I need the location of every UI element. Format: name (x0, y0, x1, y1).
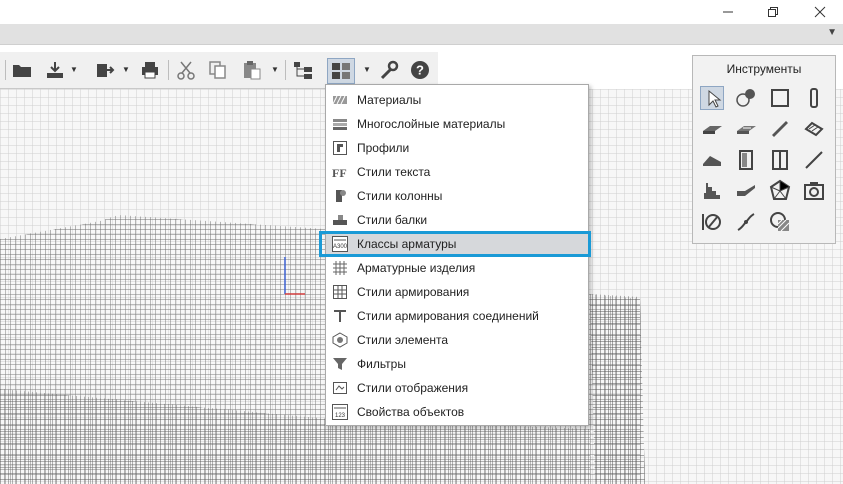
import-icon[interactable] (44, 59, 66, 81)
triangle-down-icon[interactable]: ▼ (827, 27, 837, 38)
chevron-down-icon[interactable]: ▼ (70, 65, 78, 74)
beam-icon[interactable] (768, 117, 792, 141)
menu-item-multilayer-materials[interactable]: Многослойные материалы (326, 112, 588, 136)
settings-wrench-icon[interactable] (378, 59, 400, 81)
text-styles-icon: FF (332, 164, 348, 180)
roof-icon[interactable] (700, 148, 724, 172)
curve-icon[interactable] (734, 210, 758, 234)
menu-item-filters[interactable]: Фильтры (326, 352, 588, 376)
reinforcement-styles-icon (332, 284, 348, 300)
toolbar-separator (168, 60, 169, 80)
dimension-shapes-icon[interactable] (734, 86, 758, 110)
menu-item-label: Стили балки (357, 213, 428, 227)
print-icon[interactable] (139, 59, 161, 81)
beam-styles-icon (332, 212, 348, 228)
menu-item-beam-styles[interactable]: Стили балки (326, 208, 588, 232)
chevron-down-icon[interactable]: ▼ (271, 65, 279, 74)
slab-icon[interactable] (700, 117, 724, 141)
section-icon[interactable] (700, 210, 724, 234)
stair-icon[interactable] (700, 179, 724, 203)
filters-icon (332, 356, 348, 372)
object-properties-icon: 123 (332, 404, 348, 420)
svg-text:FF: FF (332, 166, 347, 180)
select-arrow-icon[interactable] (700, 86, 724, 110)
menu-item-label: Материалы (357, 93, 422, 107)
cut-icon[interactable] (175, 59, 197, 81)
menu-item-label: Стили текста (357, 165, 431, 179)
help-icon[interactable]: ? (409, 59, 431, 81)
hatch-icon[interactable] (768, 210, 792, 234)
rebar-icon[interactable] (802, 117, 826, 141)
tools-panel: Инструменты (692, 55, 836, 244)
minimize-icon[interactable] (705, 0, 751, 24)
chevron-down-icon[interactable]: ▼ (363, 65, 371, 74)
element-styles-icon (332, 332, 348, 348)
materials-icon (332, 92, 348, 108)
display-styles-icon (332, 380, 348, 396)
floor-icon[interactable] (734, 117, 758, 141)
column-icon[interactable] (802, 86, 826, 110)
menu-item-object-properties[interactable]: 123 Свойства объектов (326, 400, 588, 424)
wall-icon[interactable] (768, 86, 792, 110)
organizer-icon[interactable] (292, 59, 314, 81)
menu-item-label: Арматурные изделия (357, 261, 476, 275)
window-icon[interactable] (768, 148, 792, 172)
chevron-down-icon[interactable]: ▼ (122, 65, 130, 74)
door-icon[interactable] (734, 148, 758, 172)
menu-item-label: Стили элемента (357, 333, 449, 347)
svg-text:123: 123 (335, 413, 346, 419)
open-folder-icon[interactable] (11, 59, 33, 81)
menu-item-label: Стили армирования соединений (357, 309, 539, 323)
toolbar-separator (5, 60, 6, 80)
menu-item-label: Фильтры (357, 357, 406, 371)
libraries-icon[interactable] (327, 58, 355, 84)
menu-item-profiles[interactable]: Профили (326, 136, 588, 160)
menu-item-joint-reinforcement-styles[interactable]: Стили армирования соединений (326, 304, 588, 328)
highlight-frame (319, 231, 591, 257)
toolbar-separator (285, 60, 286, 80)
copy-icon[interactable] (207, 59, 229, 81)
camera-icon[interactable] (802, 179, 826, 203)
rebar-products-icon (332, 260, 348, 276)
profiles-icon (332, 140, 348, 156)
menu-item-label: Стили отображения (357, 381, 469, 395)
column-styles-icon (332, 188, 348, 204)
menu-item-materials[interactable]: Материалы (326, 88, 588, 112)
multilayer-materials-icon (332, 116, 348, 132)
tab-strip: ▼ (0, 24, 843, 45)
close-icon[interactable] (797, 0, 843, 24)
joint-reinforcement-styles-icon (332, 308, 348, 324)
line-icon[interactable] (802, 148, 826, 172)
ramp-icon[interactable] (734, 179, 758, 203)
title-bar (0, 0, 843, 24)
svg-text:?: ? (416, 63, 424, 78)
export-icon[interactable] (94, 59, 116, 81)
polyhedron-icon[interactable] (768, 179, 792, 203)
tools-panel-title: Инструменты (726, 62, 802, 76)
menu-item-column-styles[interactable]: Стили колонны (326, 184, 588, 208)
menu-item-label: Профили (357, 141, 410, 155)
menu-item-element-styles[interactable]: Стили элемента (326, 328, 588, 352)
menu-item-rebar-products[interactable]: Арматурные изделия (326, 256, 588, 280)
menu-item-label: Стили армирования (357, 285, 470, 299)
menu-item-label: Свойства объектов (357, 405, 465, 419)
menu-item-reinforcement-styles[interactable]: Стили армирования (326, 280, 588, 304)
menu-item-label: Многослойные материалы (357, 117, 506, 131)
menu-item-text-styles[interactable]: FF Стили текста (326, 160, 588, 184)
restore-icon[interactable] (750, 0, 796, 24)
paste-icon[interactable] (241, 59, 263, 81)
menu-item-display-styles[interactable]: Стили отображения (326, 376, 588, 400)
menu-item-label: Стили колонны (357, 189, 443, 203)
